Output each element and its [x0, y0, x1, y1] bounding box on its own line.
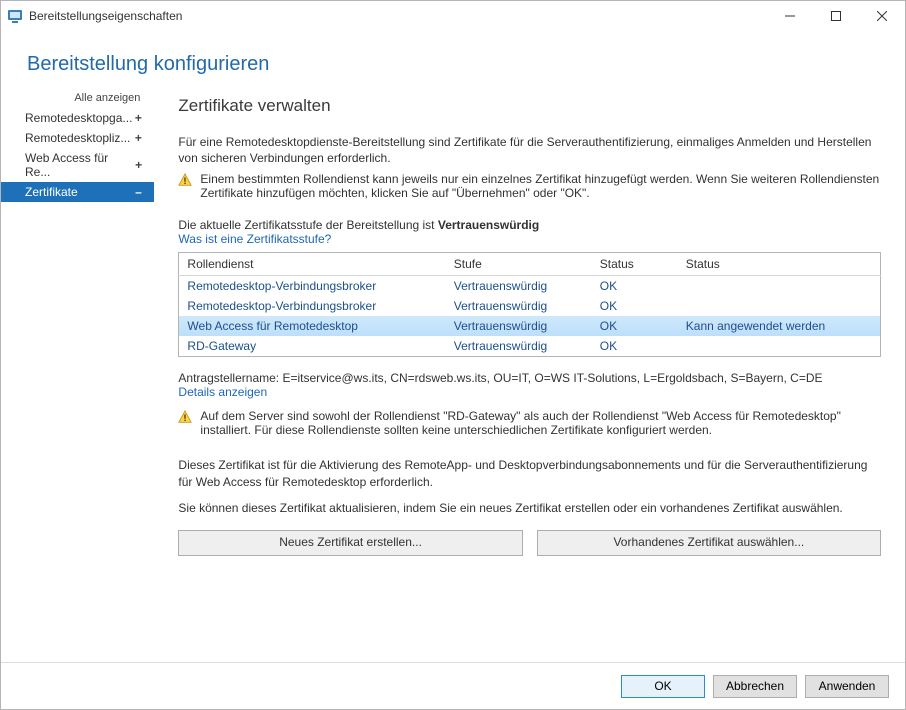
table-row[interactable]: Web Access für RemotedesktopVertrauenswü…	[179, 316, 881, 336]
expand-icon[interactable]: +	[132, 131, 144, 145]
column-header[interactable]: Status	[678, 253, 881, 276]
sidebar-item-2[interactable]: Web Access für Re...+	[1, 148, 154, 182]
window-title: Bereitstellungseigenschaften	[29, 9, 182, 23]
show-details-link[interactable]: Details anzeigen	[178, 385, 881, 399]
cert-purpose-text: Dieses Zertifikat ist für die Aktivierun…	[178, 457, 881, 489]
dialog-button-bar: OK Abbrechen Anwenden	[1, 662, 905, 709]
cert-level-line: Die aktuelle Zertifikatsstufe der Bereit…	[178, 218, 881, 232]
what-is-cert-level-link[interactable]: Was ist eine Zertifikatsstufe?	[178, 232, 881, 246]
expand-icon[interactable]: +	[132, 111, 144, 125]
warning-single-cert: Einem bestimmten Rollendienst kann jewei…	[178, 172, 881, 200]
warning-single-cert-text: Einem bestimmten Rollendienst kann jewei…	[200, 172, 881, 200]
role-services-table[interactable]: RollendienstStufeStatusStatus Remotedesk…	[178, 252, 881, 357]
app-icon	[7, 8, 23, 24]
warning-icon	[178, 173, 194, 200]
apply-button[interactable]: Anwenden	[805, 675, 889, 698]
select-existing-cert-button[interactable]: Vorhandenes Zertifikat auswählen...	[537, 530, 881, 556]
sidebar-item-label: Remotedesktopga...	[25, 111, 132, 125]
sidebar-item-0[interactable]: Remotedesktopga...+	[1, 108, 154, 128]
sidebar-item-1[interactable]: Remotedesktopliz...+	[1, 128, 154, 148]
main-heading: Zertifikate verwalten	[178, 96, 881, 116]
maximize-button[interactable]	[813, 1, 859, 31]
subject-name: Antragstellername: E=itservice@ws.its, C…	[178, 371, 881, 385]
ok-button[interactable]: OK	[621, 675, 705, 698]
intro-text: Für eine Remotedesktopdienste-Bereitstel…	[178, 134, 881, 166]
sidebar-item-label: Remotedesktopliz...	[25, 131, 130, 145]
expand-icon[interactable]: +	[133, 158, 145, 172]
page-title: Bereitstellung konfigurieren	[1, 31, 905, 82]
cert-update-text: Sie können dieses Zertifikat aktualisier…	[178, 500, 881, 516]
close-button[interactable]	[859, 1, 905, 31]
table-row[interactable]: Remotedesktop-VerbindungsbrokerVertrauen…	[179, 276, 881, 297]
main-panel: Zertifikate verwalten Für eine Remotedes…	[154, 82, 905, 662]
warning-icon	[178, 410, 194, 437]
sidebar: Alle anzeigen Remotedesktopga...+Remoted…	[1, 82, 154, 662]
create-new-cert-button[interactable]: Neues Zertifikat erstellen...	[178, 530, 522, 556]
table-row[interactable]: Remotedesktop-VerbindungsbrokerVertrauen…	[179, 296, 881, 316]
column-header[interactable]: Rollendienst	[179, 253, 446, 276]
titlebar: Bereitstellungseigenschaften	[1, 1, 905, 31]
column-header[interactable]: Stufe	[446, 253, 592, 276]
collapse-icon[interactable]: –	[132, 185, 144, 199]
sidebar-item-label: Zertifikate	[25, 185, 78, 199]
warning-same-server-text: Auf dem Server sind sowohl der Rollendie…	[200, 409, 881, 437]
warning-same-server: Auf dem Server sind sowohl der Rollendie…	[178, 409, 881, 437]
column-header[interactable]: Status	[592, 253, 678, 276]
sidebar-item-label: Web Access für Re...	[25, 151, 133, 179]
table-row[interactable]: RD-GatewayVertrauenswürdigOK	[179, 336, 881, 357]
cancel-button[interactable]: Abbrechen	[713, 675, 797, 698]
sidebar-show-all-link[interactable]: Alle anzeigen	[1, 90, 154, 108]
sidebar-item-3[interactable]: Zertifikate –	[1, 182, 154, 202]
minimize-button[interactable]	[767, 1, 813, 31]
